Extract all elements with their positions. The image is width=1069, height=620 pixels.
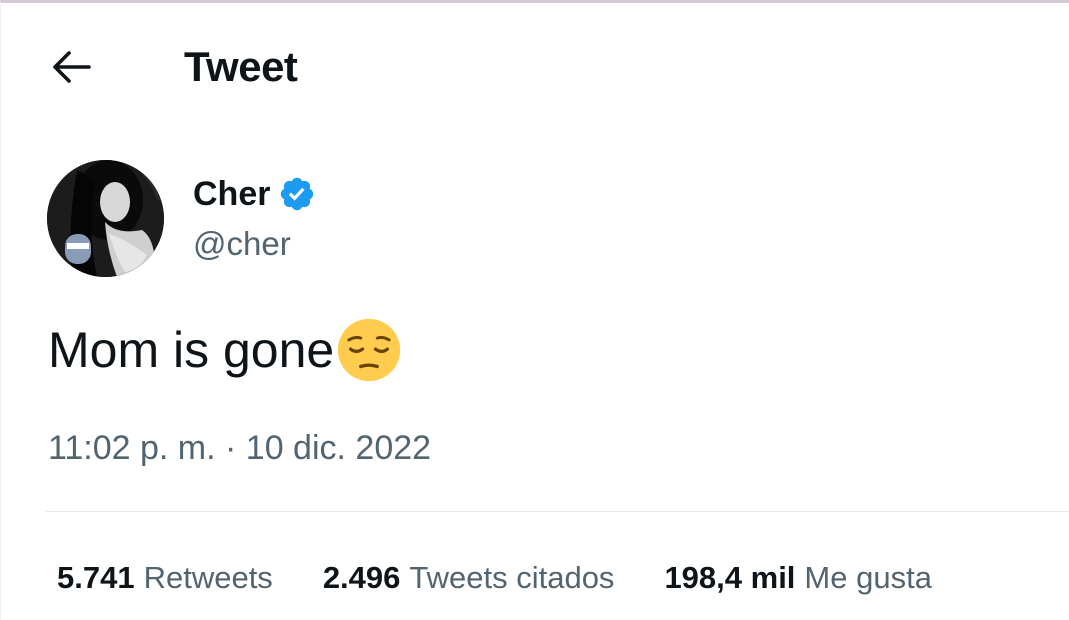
page-title: Tweet	[184, 43, 298, 90]
stat-count: 5.741	[57, 560, 135, 595]
stat-label: Retweets	[143, 560, 273, 595]
author-name[interactable]: Cher	[193, 174, 270, 214]
profile-photo-icon	[47, 160, 164, 277]
stat-likes[interactable]: 198,4 mil Me gusta	[664, 558, 932, 598]
avatar[interactable]	[47, 160, 164, 277]
stat-retweets[interactable]: 5.741 Retweets	[57, 558, 273, 598]
tweet-author: Cher @cher	[47, 160, 547, 280]
stat-quote-tweets[interactable]: 2.496 Tweets citados	[323, 558, 615, 598]
stat-count: 198,4 mil	[664, 560, 796, 595]
stat-label: Me gusta	[804, 560, 932, 595]
tweet-page: Tweet Cher @cher Mom is gone 11:02 p. m.…	[0, 0, 1069, 620]
divider	[46, 511, 1069, 512]
page-header: Tweet	[1, 23, 1069, 113]
arrow-left-icon	[53, 51, 91, 83]
tweet-text: Mom is gone	[48, 322, 335, 378]
pensive-face-emoji-icon	[338, 318, 401, 382]
tweet-stats: 5.741 Retweets 2.496 Tweets citados 198,…	[57, 558, 932, 598]
verified-badge-icon	[281, 177, 314, 211]
author-name-row: Cher	[193, 174, 316, 214]
author-handle[interactable]: @cher	[193, 224, 291, 264]
tweet-timestamp[interactable]: 11:02 p. m. · 10 dic. 2022	[48, 427, 431, 469]
stat-label: Tweets citados	[409, 560, 615, 595]
stat-count: 2.496	[322, 560, 401, 595]
back-button[interactable]	[41, 47, 101, 87]
tweet-body: Mom is gone	[48, 317, 402, 383]
